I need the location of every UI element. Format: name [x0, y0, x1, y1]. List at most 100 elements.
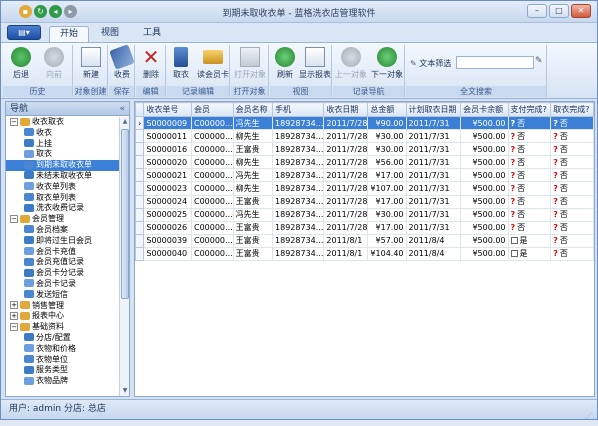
take-clothes-button[interactable]: 取衣: [165, 47, 197, 80]
table-cell[interactable]: S0000039: [143, 233, 192, 248]
back-button[interactable]: 后退: [5, 47, 37, 80]
nav-item[interactable]: 分店/配置: [6, 333, 120, 344]
table-cell[interactable]: ¥500.00: [460, 115, 509, 131]
expand-icon[interactable]: +: [10, 301, 18, 310]
table-cell[interactable]: ? 否: [550, 220, 594, 235]
table-cell[interactable]: 2011/7/31: [405, 142, 462, 157]
collapse-icon[interactable]: −: [10, 117, 18, 126]
table-cell[interactable]: ¥104.40: [367, 246, 407, 262]
column-header[interactable]: 会员: [190, 102, 234, 117]
nav-item[interactable]: 未结未取收衣单: [6, 171, 120, 182]
text-filter-input[interactable]: [456, 56, 534, 69]
forward-button[interactable]: 向前: [38, 47, 70, 80]
table-cell[interactable]: 2011/7/28: [323, 194, 369, 209]
table-cell[interactable]: ? 否: [550, 155, 594, 170]
row-selector[interactable]: [135, 129, 145, 144]
column-header[interactable]: 收衣单号: [143, 102, 192, 117]
table-cell[interactable]: C00000...: [190, 207, 234, 222]
nav-item[interactable]: 洗衣收费记录: [6, 203, 120, 214]
table-cell[interactable]: 2011/7/31: [405, 194, 462, 209]
row-selector[interactable]: [135, 194, 145, 209]
table-cell[interactable]: 王富贵: [232, 220, 274, 235]
table-cell[interactable]: ? 否: [507, 129, 552, 144]
table-cell[interactable]: ? 否: [507, 220, 552, 235]
new-button[interactable]: 新建: [75, 47, 107, 80]
column-header[interactable]: 会员名称: [232, 102, 274, 117]
table-cell[interactable]: ? 否: [507, 181, 552, 196]
nav-item[interactable]: − 会员管理: [6, 214, 120, 225]
column-header[interactable]: 计划取衣日期: [405, 102, 462, 117]
table-cell[interactable]: 王富贵: [232, 142, 274, 157]
table-cell[interactable]: ? 否: [550, 207, 594, 222]
nav-item[interactable]: 即将过生日会员: [6, 236, 120, 247]
table-cell[interactable]: 2011/7/28: [323, 168, 369, 183]
table-cell[interactable]: C00000...: [190, 129, 234, 144]
table-cell[interactable]: 18928734...: [272, 168, 325, 183]
table-cell[interactable]: 2011/8/1: [323, 233, 369, 248]
table-cell[interactable]: ? 否: [507, 155, 552, 170]
table-cell[interactable]: ? 否: [550, 181, 594, 196]
table-cell[interactable]: S0000009: [143, 115, 192, 131]
table-row[interactable]: S0000039 C00000... 王富贵 18928734... 2011/8/1 ¥…: [135, 233, 594, 248]
tab-home[interactable]: 开始: [49, 26, 90, 42]
table-cell[interactable]: ¥17.00: [367, 220, 407, 235]
table-cell[interactable]: C00000...: [190, 194, 234, 209]
row-selector[interactable]: [135, 207, 145, 222]
scroll-down-icon[interactable]: ▼: [120, 386, 130, 396]
table-cell[interactable]: S0000023: [143, 181, 192, 196]
table-cell[interactable]: 2011/7/31: [405, 207, 462, 222]
column-header[interactable]: 支付完成?: [507, 102, 552, 117]
table-cell[interactable]: ¥90.00: [367, 115, 407, 131]
table-cell[interactable]: 2011/7/31: [405, 181, 462, 196]
table-cell[interactable]: 18928734...: [272, 233, 325, 248]
table-cell[interactable]: ¥500.00: [460, 220, 509, 235]
collapse-icon[interactable]: −: [10, 322, 18, 331]
table-cell[interactable]: ¥57.00: [367, 233, 407, 248]
table-cell[interactable]: S0000040: [143, 246, 192, 262]
table-cell[interactable]: 2011/7/28: [323, 181, 369, 196]
table-cell[interactable]: 2011/7/31: [405, 220, 462, 235]
table-cell[interactable]: 冯先生: [232, 115, 274, 131]
scroll-thumb[interactable]: [121, 129, 129, 299]
table-cell[interactable]: C00000...: [190, 168, 234, 183]
table-cell[interactable]: ¥30.00: [367, 207, 407, 222]
table-cell[interactable]: 是: [507, 233, 552, 248]
nav-item[interactable]: 收衣: [6, 128, 120, 139]
row-selector[interactable]: [135, 181, 145, 196]
table-cell[interactable]: ? 否: [507, 142, 552, 157]
table-cell[interactable]: 18928734...: [272, 194, 325, 209]
column-header[interactable]: 收衣日期: [323, 102, 369, 117]
expand-icon[interactable]: +: [10, 311, 18, 320]
row-selector[interactable]: [135, 142, 145, 157]
row-selector[interactable]: [135, 220, 145, 235]
table-cell[interactable]: S0000016: [143, 142, 192, 157]
table-cell[interactable]: 2011/7/28: [323, 129, 369, 144]
table-cell[interactable]: 18928734...: [272, 142, 325, 157]
nav-item[interactable]: + 销售管理: [6, 301, 120, 312]
table-cell[interactable]: 2011/7/28: [323, 220, 369, 235]
table-cell[interactable]: 18928734...: [272, 129, 325, 144]
nav-item[interactable]: + 报表中心: [6, 311, 120, 322]
table-cell[interactable]: 2011/7/28: [323, 207, 369, 222]
prev-object-button[interactable]: 上一对象: [333, 47, 369, 80]
collapse-icon[interactable]: −: [10, 214, 18, 223]
table-cell[interactable]: ¥107.00: [367, 181, 407, 196]
row-selector[interactable]: [135, 246, 145, 262]
clear-filter-icon[interactable]: ✎: [535, 56, 543, 66]
table-cell[interactable]: ¥500.00: [460, 142, 509, 157]
collect-fee-button[interactable]: 收费: [106, 44, 138, 80]
table-cell[interactable]: 2011/8/4: [405, 246, 462, 262]
table-cell[interactable]: ¥17.00: [367, 168, 407, 183]
table-cell[interactable]: S0000024: [143, 194, 192, 209]
maximize-button[interactable]: □: [549, 4, 569, 18]
tab-view[interactable]: 视图: [91, 26, 129, 42]
table-cell[interactable]: ¥30.00: [367, 129, 407, 144]
table-cell[interactable]: ¥30.00: [367, 142, 407, 157]
table-cell[interactable]: C00000...: [190, 155, 234, 170]
table-row[interactable]: S0000016 C00000... 王富贵 18928734... 2011/7/28…: [135, 142, 594, 157]
table-cell[interactable]: ¥500.00: [460, 168, 509, 183]
nav-item[interactable]: − 收衣取衣: [6, 117, 120, 128]
table-cell[interactable]: ¥500.00: [460, 181, 509, 196]
open-object-button[interactable]: 打开对象: [232, 47, 268, 80]
table-cell[interactable]: 2011/8/4: [405, 233, 462, 248]
